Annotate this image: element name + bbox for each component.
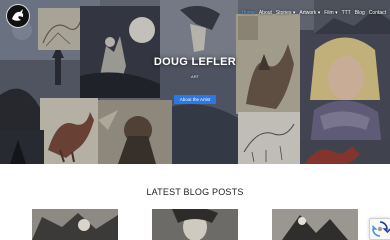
blog-post-thumbnail[interactable]: [272, 209, 358, 240]
page: Home About Stories ▾ Artwork ▾ Film ▾ TT…: [0, 0, 390, 240]
hero-collage: [0, 0, 390, 164]
dragon-logo-icon[interactable]: [6, 4, 30, 28]
recaptcha-icon[interactable]: [369, 218, 390, 240]
about-artist-button[interactable]: About the Artist: [174, 95, 216, 104]
blog-post-thumbnail[interactable]: [32, 209, 118, 240]
nav-film[interactable]: Film ▾: [324, 9, 337, 17]
blog-post-thumbnail[interactable]: [152, 209, 238, 240]
main-nav: Home About Stories ▾ Artwork ▾ Film ▾ TT…: [241, 9, 386, 17]
hero-title: DOUG LEFLER: [153, 56, 237, 68]
hero-subtitle: ART: [191, 74, 199, 79]
nav-stories[interactable]: Stories ▾: [276, 9, 295, 17]
latest-posts-heading: LATEST BLOG POSTS: [146, 187, 244, 197]
nav-blog[interactable]: Blog: [355, 9, 365, 17]
hero-overlay: [0, 0, 390, 164]
nav-contact[interactable]: Contact: [369, 9, 386, 17]
nav-ttt[interactable]: TTT: [342, 9, 351, 17]
nav-home[interactable]: Home: [241, 9, 254, 17]
nav-artwork[interactable]: Artwork ▾: [299, 9, 320, 17]
nav-about[interactable]: About: [259, 9, 272, 17]
